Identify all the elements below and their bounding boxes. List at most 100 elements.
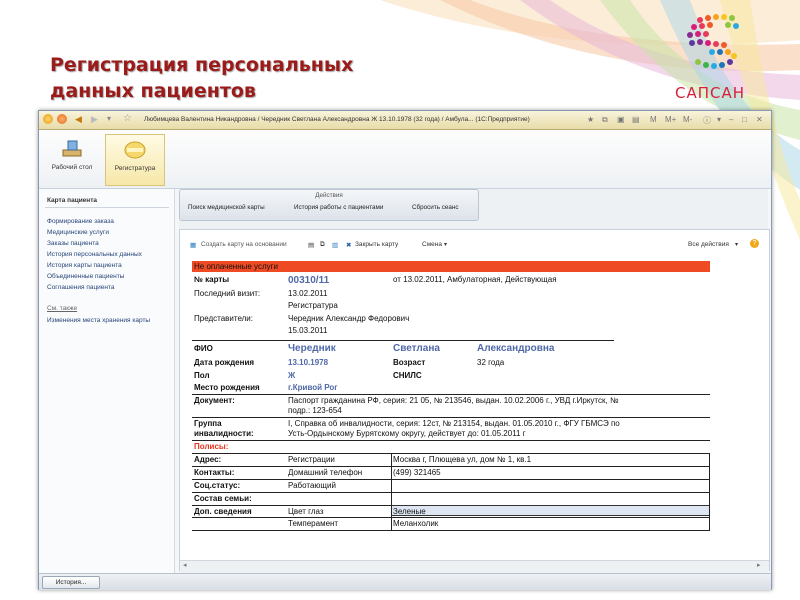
registry-icon bbox=[124, 141, 146, 159]
memory-icon[interactable]: M bbox=[650, 115, 657, 124]
home-icon[interactable] bbox=[57, 114, 67, 124]
reset-session-button[interactable]: Сбросить сеанс bbox=[412, 204, 459, 211]
section-registry-label: Регистратура bbox=[114, 165, 156, 172]
nav-item-card-history[interactable]: История карты пациента bbox=[47, 262, 122, 269]
nav-item-personal-history[interactable]: История персональных данных bbox=[47, 251, 142, 258]
sapsan-logo bbox=[687, 14, 739, 69]
patient-document: Не оплаченные услуги № карты 00310/11 от… bbox=[192, 261, 710, 558]
section-desktop[interactable]: Рабочий стол bbox=[43, 134, 101, 184]
all-actions-dropdown-icon[interactable]: ▾ bbox=[735, 241, 738, 248]
nav-header: Карта пациента bbox=[47, 197, 98, 204]
card-info: от 13.02.2011, Амбулаторная, Действующая bbox=[393, 275, 557, 284]
print-icon[interactable]: ▣ bbox=[617, 115, 625, 124]
representative-date: 15.03.2011 bbox=[288, 326, 328, 335]
dob-value: 13.10.1978 bbox=[288, 358, 329, 367]
divider bbox=[192, 453, 710, 454]
family-label: Состав семьи: bbox=[194, 494, 252, 503]
link-icon[interactable]: ⧉ bbox=[602, 115, 608, 125]
sex-value: Ж bbox=[288, 371, 296, 380]
divider bbox=[192, 440, 710, 441]
eye-color-value: Зеленые bbox=[393, 507, 426, 516]
window-title: Любимцева Валентина Никандровна / Чередн… bbox=[144, 116, 530, 123]
extra-info-label: Доп. сведения bbox=[194, 507, 252, 516]
maximize-icon[interactable]: □ bbox=[742, 115, 747, 124]
divider bbox=[192, 479, 710, 480]
create-card-button[interactable]: Создать карту на основании bbox=[201, 241, 287, 248]
dropdown-icon[interactable]: ▾ bbox=[717, 115, 721, 124]
change-button[interactable]: Смена bbox=[422, 241, 442, 248]
document-label: Документ: bbox=[194, 396, 235, 405]
app-window: ◀ ▶ ▾ ☆ Любимцева Валентина Никандровна … bbox=[38, 110, 772, 590]
favorites-icon[interactable]: ★ bbox=[587, 115, 594, 124]
document-line-1: Паспорт гражданина РФ, серия: 21 05, № 2… bbox=[288, 396, 619, 405]
history-button[interactable]: История... bbox=[42, 576, 100, 589]
content-area: Действия Поиск медицинской карты История… bbox=[179, 189, 770, 573]
snils-label: СНИЛС bbox=[393, 371, 422, 380]
back-arrow-icon[interactable]: ◀ bbox=[75, 114, 82, 125]
nav-item-services[interactable]: Медицинские услуги bbox=[47, 229, 109, 236]
last-visit-label: Последний визит: bbox=[194, 289, 261, 298]
card-number: 00310/11 bbox=[288, 275, 330, 286]
table-column-divider bbox=[391, 453, 392, 530]
status-bar: История... bbox=[39, 573, 771, 590]
memory-minus-icon[interactable]: M- bbox=[683, 115, 692, 124]
divider bbox=[192, 517, 710, 518]
calendar-icon[interactable]: ▤ bbox=[632, 115, 640, 124]
nav-item-order[interactable]: Формирование заказа bbox=[47, 218, 114, 225]
close-card-button[interactable]: Закрыть карту bbox=[355, 241, 398, 248]
social-status-value: Работающий bbox=[288, 481, 336, 490]
nav-divider bbox=[45, 207, 169, 208]
temperament-label: Темперамент bbox=[288, 519, 339, 528]
address-value: Москва г, Плющева ул, дом № 1, кв.1 bbox=[393, 455, 532, 464]
scroll-right-icon[interactable]: ▸ bbox=[757, 561, 761, 569]
actions-panel: Действия Поиск медицинской карты История… bbox=[179, 189, 479, 221]
create-card-icon: ▦ bbox=[190, 242, 197, 249]
find-card-button[interactable]: Поиск медицинской карты bbox=[188, 204, 265, 211]
representative-name: Чередник Александр Федорович bbox=[288, 314, 410, 323]
section-desktop-label: Рабочий стол bbox=[51, 164, 93, 171]
forward-arrow-icon[interactable]: ▶ bbox=[91, 114, 98, 125]
all-actions-button[interactable]: Все действия bbox=[688, 241, 729, 248]
age-label: Возраст bbox=[393, 358, 426, 367]
representatives-label: Представители: bbox=[194, 314, 253, 323]
middle-name: Александровна bbox=[477, 343, 555, 354]
address-type: Регистрации bbox=[288, 455, 335, 464]
scroll-left-icon[interactable]: ◂ bbox=[183, 561, 187, 569]
history-dropdown-icon[interactable]: ▾ bbox=[107, 114, 111, 123]
last-visit-place: Регистратура bbox=[288, 301, 338, 310]
nav-item-agreements[interactable]: Соглашения пациента bbox=[47, 284, 115, 291]
first-name: Светлана bbox=[393, 343, 440, 354]
logo-text: САПСАН bbox=[674, 84, 746, 102]
app-menu-icon[interactable] bbox=[43, 114, 53, 124]
favorite-star-icon[interactable]: ☆ bbox=[123, 113, 132, 124]
eye-color-cell[interactable] bbox=[391, 505, 710, 516]
copy-card-icon[interactable]: ⧉ bbox=[320, 241, 325, 249]
disability-label-2: инвалидности: bbox=[194, 429, 254, 438]
minimize-icon[interactable]: – bbox=[729, 115, 733, 124]
nav-item-orders[interactable]: Заказы пациента bbox=[47, 240, 99, 247]
contacts-label: Контакты: bbox=[194, 468, 235, 477]
command-bar: ▦ Создать карту на основании ▤ ⧉ ▥ ✖ Зак… bbox=[180, 230, 769, 254]
close-icon[interactable]: ✕ bbox=[756, 115, 763, 124]
last-visit-date: 13.02.2011 bbox=[288, 289, 328, 298]
slide-title-line-1: Регистрация персональных bbox=[50, 54, 354, 76]
info-icon[interactable]: ⓘ bbox=[703, 115, 711, 126]
memory-plus-icon[interactable]: M+ bbox=[665, 115, 676, 124]
sex-label: Пол bbox=[194, 371, 210, 380]
list-icon[interactable]: ▥ bbox=[332, 241, 338, 249]
change-dropdown-icon[interactable]: ▾ bbox=[444, 241, 447, 248]
nav-item-merged[interactable]: Объединенные пациенты bbox=[47, 273, 124, 280]
divider bbox=[192, 466, 710, 467]
nav-item-storage-changes[interactable]: Изменения места хранения карты bbox=[47, 317, 150, 324]
close-card-icon: ✖ bbox=[346, 242, 352, 249]
help-button[interactable]: ? bbox=[750, 239, 759, 248]
print-card-icon[interactable]: ▤ bbox=[308, 241, 314, 249]
divider bbox=[192, 530, 710, 531]
section-panel: Рабочий стол Регистратура bbox=[39, 130, 771, 189]
patient-history-button[interactable]: История работы с пациентами bbox=[294, 204, 383, 211]
slide-title: Регистрация персональных данных пациенто… bbox=[50, 52, 470, 104]
section-registry[interactable]: Регистратура bbox=[105, 134, 165, 186]
divider bbox=[192, 394, 710, 395]
horizontal-scrollbar[interactable]: ◂ ▸ bbox=[180, 560, 769, 571]
disability-label-1: Группа bbox=[194, 419, 222, 428]
